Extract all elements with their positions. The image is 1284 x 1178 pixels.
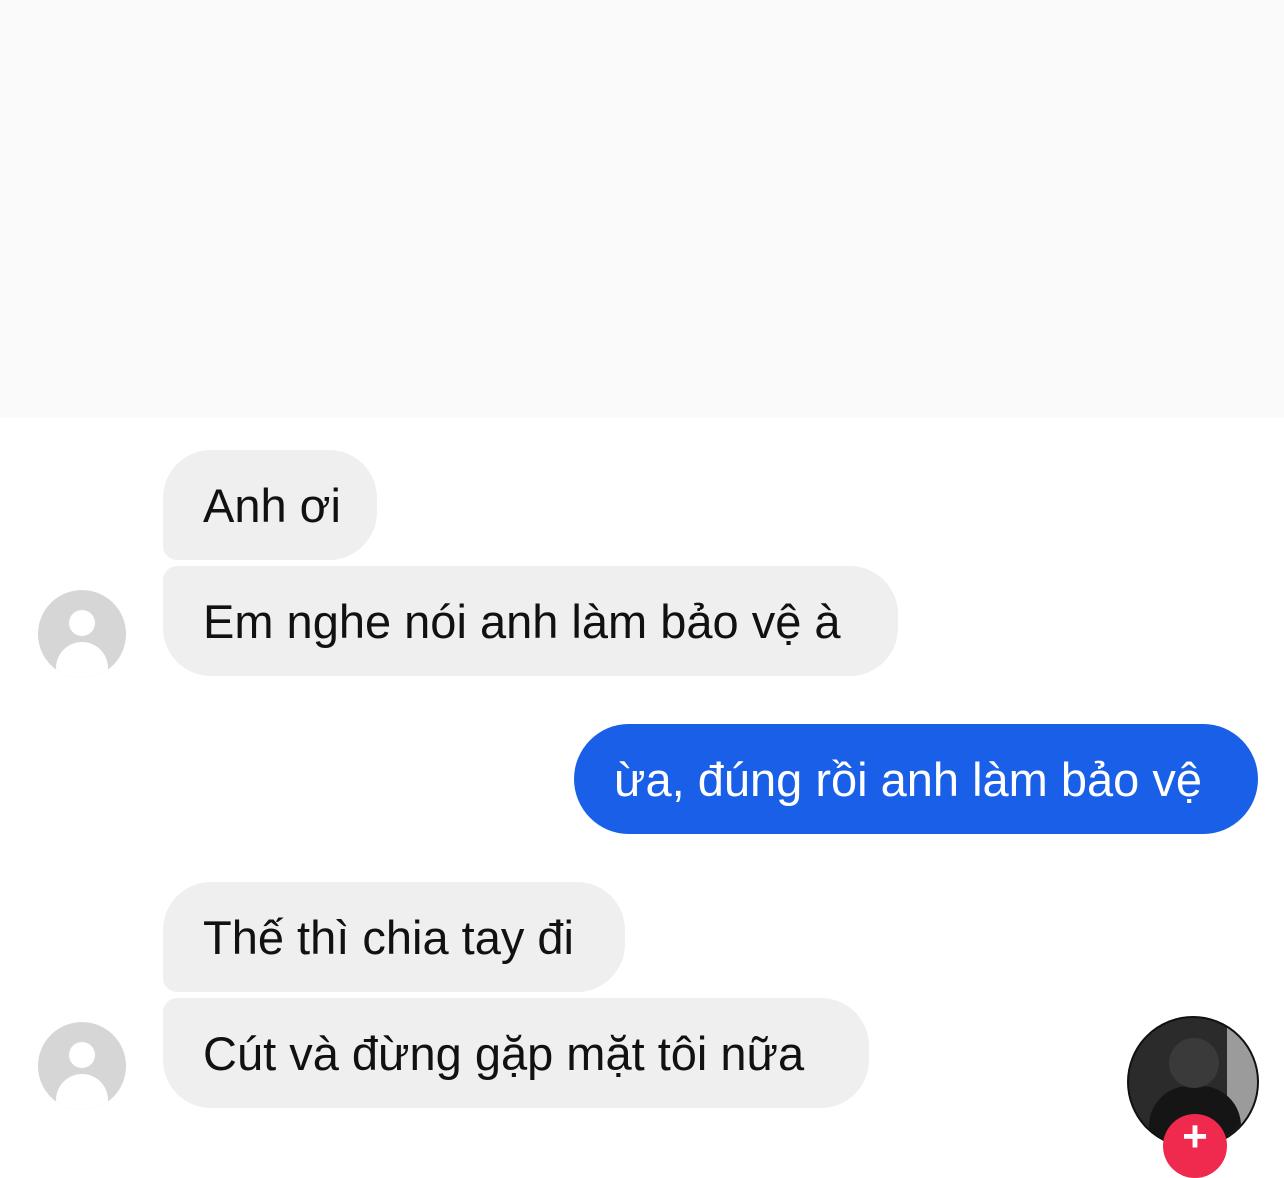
blank-header-area: [0, 0, 1284, 418]
message-text: ừa, đúng rồi anh làm bảo vệ: [614, 752, 1203, 806]
message-bubble-outgoing: ừa, đúng rồi anh làm bảo vệ: [574, 724, 1258, 834]
message-bubble-incoming: Em nghe nói anh làm bảo vệ à: [163, 566, 898, 676]
message-bubble-incoming: Thế thì chia tay đi: [163, 882, 625, 992]
message-text: Thế thì chia tay đi: [203, 910, 574, 964]
contact-avatar[interactable]: [38, 590, 126, 678]
contact-avatar[interactable]: [38, 1022, 126, 1110]
follow-plus-icon[interactable]: +: [1163, 1114, 1227, 1178]
message-text: Em nghe nói anh làm bảo vệ à: [203, 594, 841, 648]
avatar-person-head: [1169, 1038, 1219, 1088]
message-bubble-incoming: Cút và đừng gặp mặt tôi nữa: [163, 998, 869, 1108]
message-bubble-incoming: Anh ơi: [163, 450, 377, 560]
avatar-body-icon: [56, 1074, 108, 1110]
avatar-head-icon: [69, 1042, 95, 1068]
message-text: Cút và đừng gặp mặt tôi nữa: [203, 1026, 805, 1080]
follow-label: +: [1182, 1112, 1208, 1161]
avatar-head-icon: [69, 610, 95, 636]
avatar-body-icon: [56, 642, 108, 678]
message-text: Anh ơi: [203, 478, 341, 532]
